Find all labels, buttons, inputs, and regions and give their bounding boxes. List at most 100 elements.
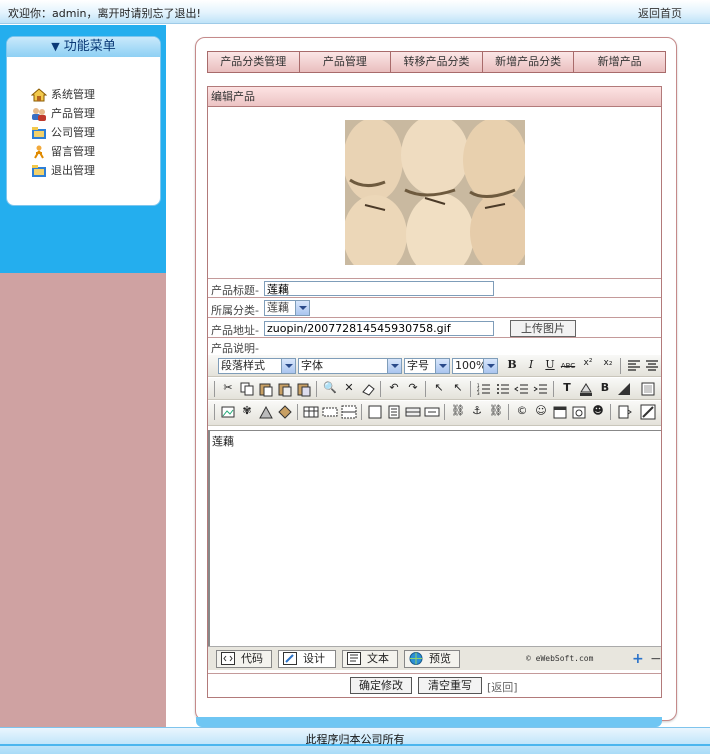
- upload-image-button[interactable]: 上传图片: [510, 320, 576, 337]
- expand-icon[interactable]: +: [632, 651, 644, 667]
- indent-icon[interactable]: [533, 381, 549, 397]
- mode-tab-preview[interactable]: 预览: [404, 650, 460, 668]
- toolbar-separator: [380, 381, 381, 397]
- function-menu-title: 功能菜单: [63, 39, 116, 54]
- tab-product-manage[interactable]: 产品管理: [300, 52, 392, 72]
- back-link[interactable]: [返回]: [487, 679, 518, 695]
- reset-form-button[interactable]: 清空重写: [418, 677, 482, 694]
- collapse-icon[interactable]: −: [650, 651, 662, 667]
- editor-content-area[interactable]: 莲藕: [208, 430, 661, 646]
- users-icon: [31, 107, 47, 121]
- copy-icon[interactable]: [239, 381, 255, 397]
- menu-item-label: 产品管理: [51, 106, 95, 120]
- superscript-icon[interactable]: x²: [580, 358, 596, 374]
- tab-product-category-manage[interactable]: 产品分类管理: [208, 52, 300, 72]
- function-menu-header: ▼ 功能菜单: [7, 37, 160, 57]
- menu-item-product[interactable]: 产品管理: [31, 104, 95, 123]
- zoom-select[interactable]: 100%: [452, 358, 498, 374]
- subscript-icon[interactable]: x₂: [600, 358, 616, 374]
- insert-date-icon[interactable]: [552, 404, 568, 420]
- triangle-down-icon: ▼: [51, 40, 60, 53]
- insert-media-icon[interactable]: [258, 404, 274, 420]
- anchor-icon[interactable]: ⚓: [469, 404, 485, 420]
- find-icon[interactable]: 🔍: [322, 381, 338, 397]
- mode-tab-label: 设计: [303, 652, 325, 665]
- page-properties-icon[interactable]: [616, 404, 632, 420]
- unordered-list-icon[interactable]: [495, 381, 511, 397]
- toolbar-separator: [214, 381, 215, 397]
- paragraph-style-select[interactable]: 段落样式: [218, 358, 296, 374]
- select-all-icon[interactable]: ↖: [450, 381, 466, 397]
- select-pointer-icon[interactable]: ↖: [431, 381, 447, 397]
- special-char-icon[interactable]: ☻: [590, 404, 606, 420]
- address-input[interactable]: [264, 321, 494, 336]
- insert-form-icon[interactable]: [386, 404, 402, 420]
- underline-icon[interactable]: U: [542, 358, 558, 374]
- delete-icon[interactable]: ✕: [341, 381, 357, 397]
- highlight-icon[interactable]: [616, 381, 632, 397]
- redo-icon[interactable]: ↷: [405, 381, 421, 397]
- fullscreen-icon[interactable]: [640, 404, 656, 420]
- insert-file-icon[interactable]: [277, 404, 293, 420]
- toolbar-separator: [214, 404, 215, 420]
- paste-word-icon[interactable]: [296, 381, 312, 397]
- sidebar: ▼ 功能菜单 系统管理 产品管理 公司管理 留言管理 退出管理: [0, 25, 166, 727]
- insert-flash-icon[interactable]: ✾: [239, 404, 255, 420]
- title-label: 产品标题-: [211, 284, 259, 297]
- link-icon[interactable]: ⛓: [450, 404, 466, 420]
- strikethrough-icon[interactable]: ABC: [560, 358, 576, 374]
- menu-item-logout[interactable]: 退出管理: [31, 161, 95, 180]
- insert-time-icon[interactable]: [571, 404, 587, 420]
- confirm-edit-button[interactable]: 确定修改: [350, 677, 412, 694]
- frame-icon[interactable]: [640, 381, 656, 397]
- title-input[interactable]: [264, 281, 494, 296]
- menu-item-label: 系统管理: [51, 87, 95, 101]
- symbol-icon[interactable]: ©: [514, 404, 530, 420]
- outdent-icon[interactable]: [514, 381, 530, 397]
- italic-icon[interactable]: I: [523, 358, 539, 374]
- menu-item-company[interactable]: 公司管理: [31, 123, 95, 142]
- font-size-select[interactable]: 字号: [404, 358, 450, 374]
- toolbar-separator: [297, 404, 298, 420]
- editor-toolbar-1: 段落样式 字体 字号 100% B I U ABC x² x₂: [208, 355, 661, 377]
- menu-item-system[interactable]: 系统管理: [30, 85, 95, 104]
- insert-hr-icon[interactable]: [405, 404, 421, 420]
- undo-icon[interactable]: ↶: [386, 381, 402, 397]
- bold-icon[interactable]: B: [504, 358, 520, 374]
- tab-add-category[interactable]: 新增产品分类: [483, 52, 575, 72]
- align-center-icon[interactable]: [644, 358, 660, 374]
- address-label: 产品地址-: [211, 324, 259, 337]
- insert-table-icon[interactable]: [303, 404, 319, 420]
- font-color-icon[interactable]: T: [559, 381, 575, 397]
- chevron-down-icon: [435, 359, 449, 373]
- insert-cell-icon[interactable]: [341, 404, 357, 420]
- block-color-icon[interactable]: B: [597, 381, 613, 397]
- return-home-link[interactable]: 返回首页: [638, 5, 682, 21]
- unlink-icon[interactable]: ⛓: [488, 404, 504, 420]
- insert-marquee-icon[interactable]: [424, 404, 440, 420]
- ordered-list-icon[interactable]: 123: [476, 381, 492, 397]
- mode-tab-code[interactable]: 代码: [216, 650, 272, 668]
- tab-add-product[interactable]: 新增产品: [574, 52, 665, 72]
- eraser-icon[interactable]: [360, 381, 376, 397]
- mode-tab-design[interactable]: 设计: [278, 650, 336, 668]
- mode-tab-label: 预览: [429, 652, 451, 665]
- footer-text: 此程序归本公司所有: [305, 733, 405, 746]
- tab-move-category[interactable]: 转移产品分类: [391, 52, 483, 72]
- mode-tab-text[interactable]: 文本: [342, 650, 398, 668]
- align-left-icon[interactable]: [626, 358, 642, 374]
- bg-color-icon[interactable]: [578, 381, 594, 397]
- category-row: 所属分类- 莲藕: [208, 299, 661, 318]
- person-icon: [31, 145, 47, 159]
- insert-div-icon[interactable]: [367, 404, 383, 420]
- insert-row-icon[interactable]: [322, 404, 338, 420]
- cut-icon[interactable]: ✂: [220, 381, 236, 397]
- insert-image-icon[interactable]: [220, 404, 236, 420]
- category-select[interactable]: 莲藕: [264, 300, 310, 316]
- menu-item-message[interactable]: 留言管理: [31, 142, 95, 161]
- font-select[interactable]: 字体: [298, 358, 402, 374]
- paste-icon[interactable]: [258, 381, 274, 397]
- paste-text-icon[interactable]: [277, 381, 293, 397]
- tab-bar: 产品分类管理 产品管理 转移产品分类 新增产品分类 新增产品: [207, 51, 666, 73]
- emoticon-icon[interactable]: ☺: [533, 404, 549, 420]
